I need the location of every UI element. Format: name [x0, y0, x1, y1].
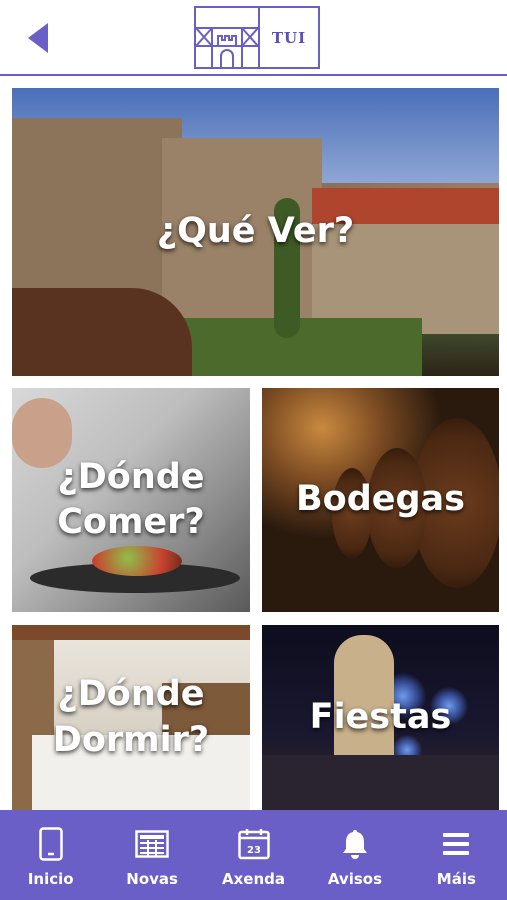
tile-label-donde-comer: ¿Dónde Comer?	[57, 456, 205, 543]
menu-icon	[438, 826, 474, 862]
logo-emblem-icon	[195, 8, 260, 67]
tab-avisos[interactable]: Avisos	[304, 810, 405, 900]
tile-label-bodegas: Bodegas	[295, 479, 466, 520]
newspaper-icon	[134, 826, 170, 862]
tui-logo: TUI	[194, 6, 320, 69]
back-arrow-icon	[28, 23, 48, 53]
tile-label-que-ver: ¿Qué Ver?	[156, 211, 355, 252]
tile-que-ver[interactable]: ¿Qué Ver?	[12, 88, 499, 376]
tab-mais[interactable]: Máis	[406, 810, 507, 900]
tile-label-fiestas: Fiestas	[309, 696, 452, 737]
tab-label-avisos: Avisos	[327, 870, 382, 888]
bell-icon	[337, 826, 373, 862]
logo-text: TUI	[271, 28, 307, 47]
tile-bodegas[interactable]: Bodegas	[262, 388, 499, 612]
tab-label-novas: Novas	[126, 870, 178, 888]
calendar-icon: 23	[236, 826, 272, 862]
tile-donde-dormir[interactable]: ¿Dónde Dormir?	[12, 625, 250, 810]
tab-inicio[interactable]: Inicio	[0, 810, 101, 900]
phone-icon	[33, 826, 69, 862]
tab-novas[interactable]: Novas	[101, 810, 202, 900]
tab-axenda[interactable]: 23 Axenda	[203, 810, 304, 900]
tile-fiestas[interactable]: Fiestas	[262, 625, 499, 810]
tab-label-inicio: Inicio	[27, 870, 74, 888]
tab-label-mais: Máis	[436, 870, 476, 888]
bottom-tab-bar: Inicio Novas 23 Axenda Avisos Máis	[0, 810, 507, 900]
tile-donde-comer[interactable]: ¿Dónde Comer?	[12, 388, 250, 612]
back-button[interactable]	[24, 22, 54, 54]
tab-label-axenda: Axenda	[222, 870, 286, 888]
calendar-day: 23	[247, 845, 261, 856]
tile-label-donde-dormir: ¿Dónde Dormir?	[52, 674, 210, 760]
app-header: TUI	[0, 0, 507, 76]
